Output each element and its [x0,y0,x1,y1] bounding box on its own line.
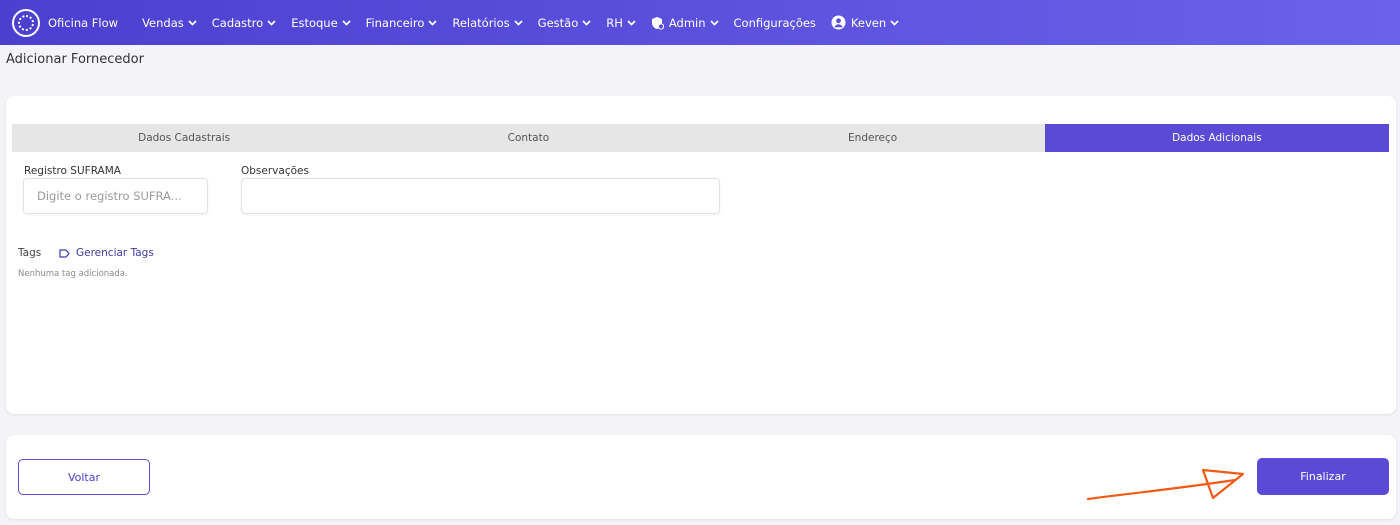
page-title: Adicionar Fornecedor [6,52,144,67]
annotation-arrow-icon [1086,468,1245,501]
brand-name[interactable]: Oficina Flow [48,16,118,30]
tag-icon [59,248,70,258]
nav-estoque[interactable]: Estoque [291,15,351,30]
chevron-down-icon [267,19,276,26]
nav-estoque-label: Estoque [291,15,338,30]
tags-empty-text: Nenhuma tag adicionada. [18,269,128,279]
nav-admin[interactable]: Admin [651,16,719,30]
suframa-input[interactable] [23,178,208,214]
tags-label: Tags [18,247,42,259]
observacoes-input[interactable] [241,178,720,214]
nav-gestao[interactable]: Gestão [538,16,592,30]
admin-shield-icon [651,16,664,30]
chevron-down-icon [627,19,636,26]
nav-cadastro-label: Cadastro [211,15,264,30]
chevron-down-icon [890,19,899,26]
nav-relatorios-label: Relatórios [452,15,510,30]
nav-financeiro-label: Financeiro [365,15,425,30]
suframa-label: Registro SUFRAMA [24,165,121,177]
nav-vendas[interactable]: Vendas [142,16,197,30]
chevron-down-icon [709,19,719,26]
nav-user-label: Keven [850,15,887,30]
back-button[interactable]: Voltar [18,459,150,495]
tab-endereco[interactable]: Endereço [701,124,1045,152]
nav-rh-label: RH [606,15,623,30]
observacoes-label: Observações [241,165,309,177]
tab-bar: Dados Cadastrais Contato Endereço Dados … [12,124,1389,152]
logo-icon[interactable] [12,8,40,37]
chevron-down-icon [428,19,437,26]
finish-button[interactable]: Finalizar [1257,458,1389,495]
form-card: Dados Cadastrais Contato Endereço Dados … [6,96,1396,414]
chevron-down-icon [514,19,523,26]
chevron-down-icon [342,19,351,26]
nav-gestao-label: Gestão [537,15,579,30]
tab-dados-cadastrais[interactable]: Dados Cadastrais [12,124,356,152]
chevron-down-icon [188,19,197,26]
nav-user-menu[interactable]: Keven [831,15,899,30]
nav-configuracoes[interactable]: Configurações [734,16,816,30]
top-navbar: Oficina Flow Vendas Cadastro Estoque Fin… [0,0,1400,45]
nav-admin-label: Admin [668,15,706,30]
nav-cadastro[interactable]: Cadastro [212,16,276,30]
nav-vendas-label: Vendas [142,15,184,30]
nav-financeiro[interactable]: Financeiro [366,16,438,30]
tab-contato[interactable]: Contato [356,124,700,152]
nav-relatorios[interactable]: Relatórios [452,15,523,30]
nav-rh[interactable]: RH [606,16,636,30]
tab-dados-adicionais[interactable]: Dados Adicionais [1044,124,1389,152]
user-avatar-icon [831,15,846,30]
chevron-down-icon [582,19,591,26]
nav-configuracoes-label: Configurações [733,15,816,30]
manage-tags-label: Gerenciar Tags [76,247,154,259]
manage-tags-link[interactable]: Gerenciar Tags [59,247,154,259]
